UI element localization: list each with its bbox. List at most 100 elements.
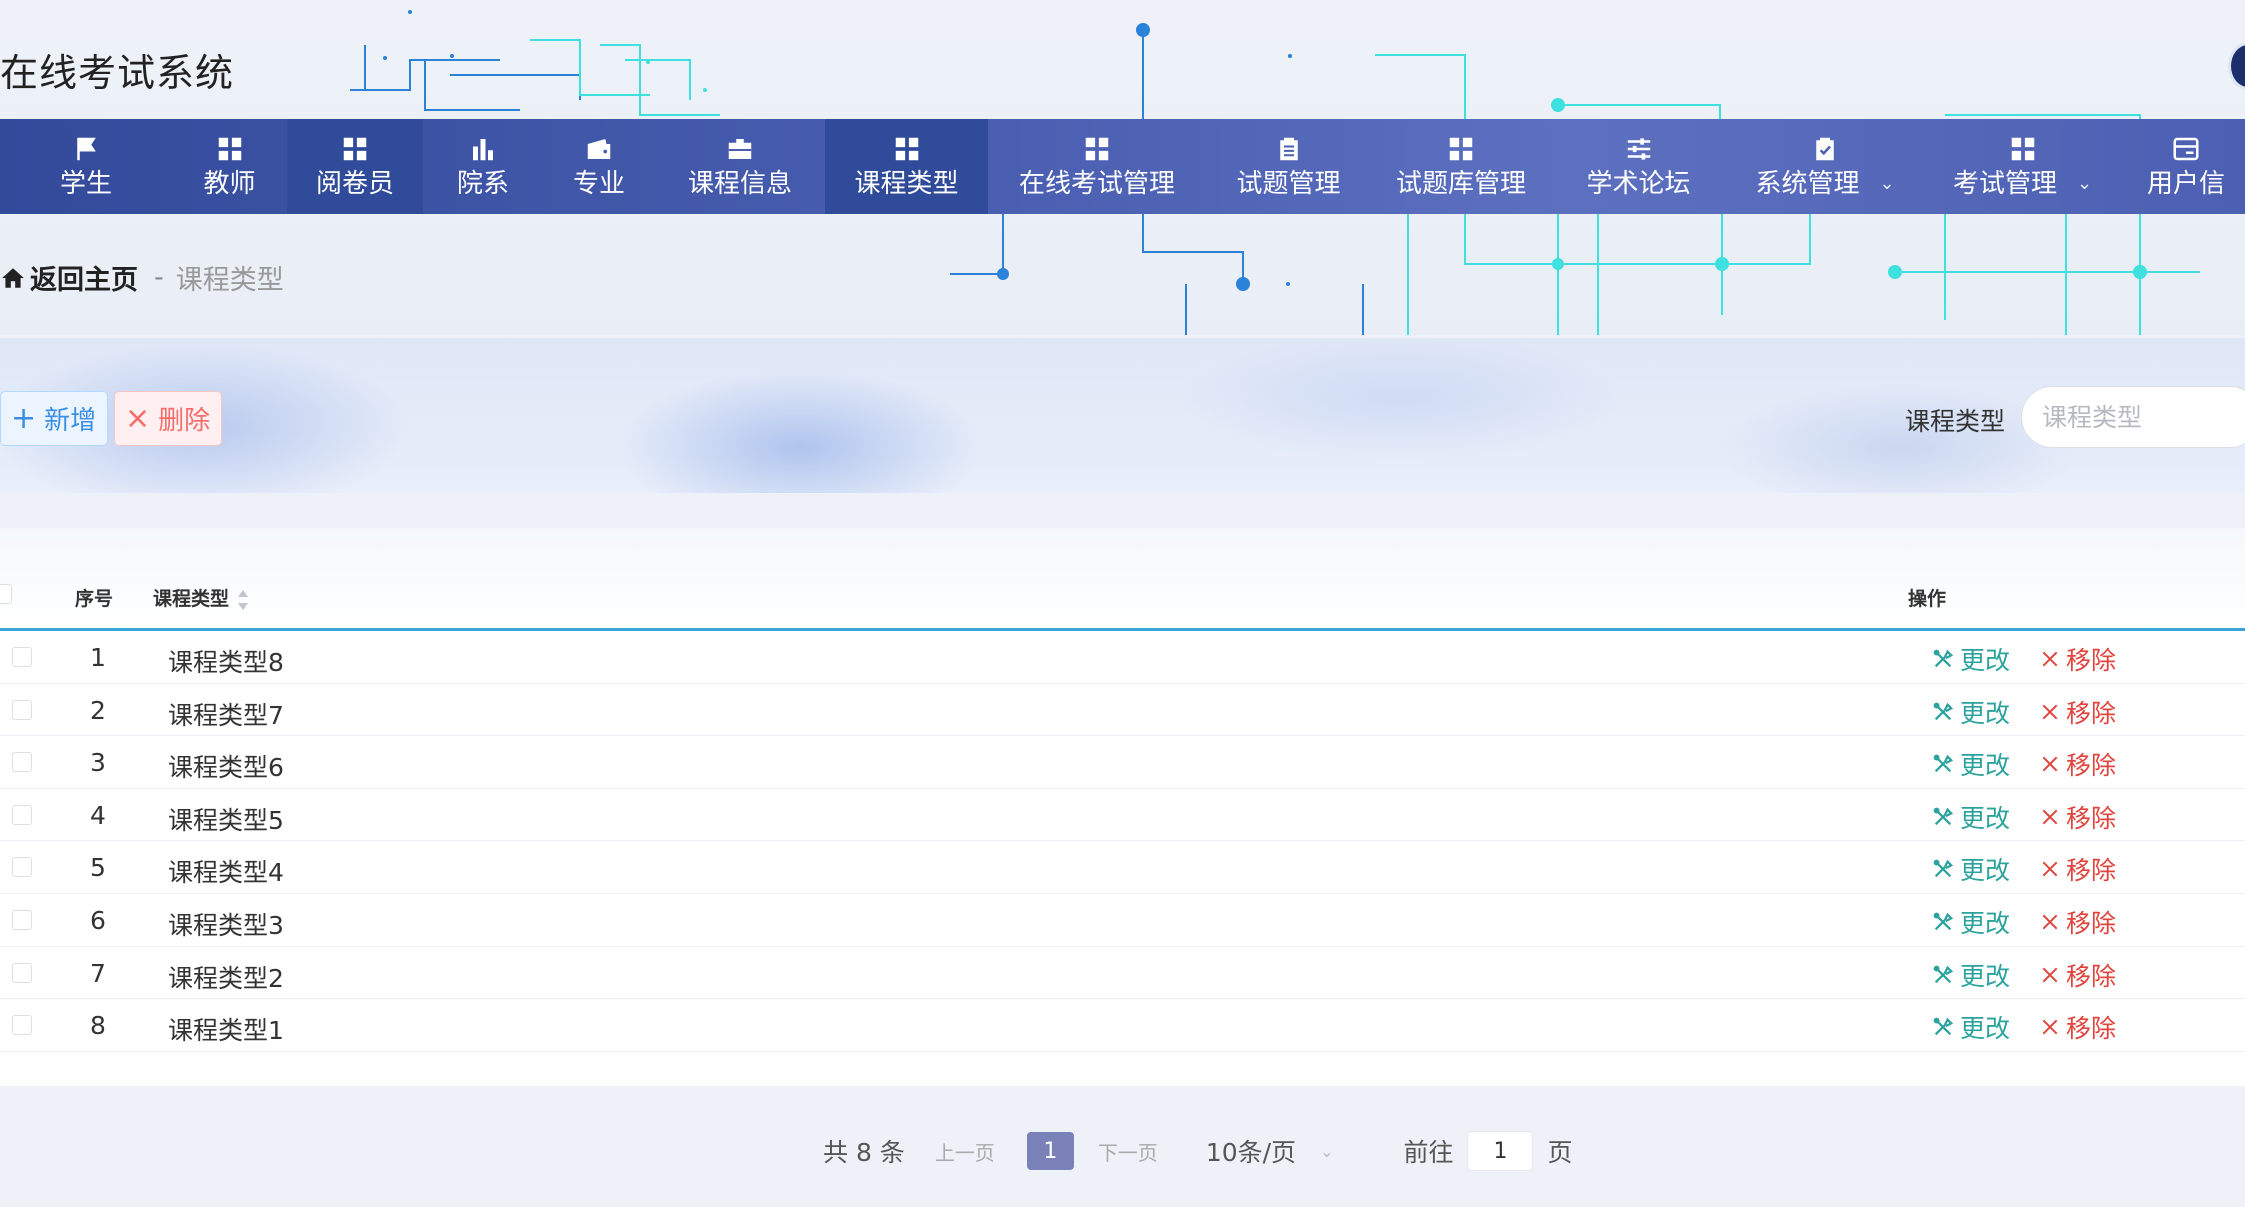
nav-label: 院系 bbox=[456, 168, 509, 199]
app-title: 在线考试系统 bbox=[0, 51, 235, 95]
tools-icon bbox=[1932, 911, 1954, 933]
breadcrumb-home-link[interactable]: 返回主页 bbox=[30, 258, 138, 297]
close-icon: × bbox=[125, 400, 151, 436]
table-row: 3 课程类型6 更改 移除 bbox=[0, 736, 2245, 789]
row-checkbox[interactable] bbox=[12, 909, 32, 930]
remove-label: 移除 bbox=[2066, 698, 2117, 728]
nav-item-teacher[interactable]: 教师 bbox=[172, 119, 287, 214]
close-icon bbox=[2040, 702, 2060, 722]
table-body: 1 课程类型8 更改 移除 2 课程类型7 更改 移除 3 课程类型6 更改 移除 4 课程类型5 更改 移除… bbox=[0, 631, 2245, 1052]
row-course-type: 课程类型1 bbox=[168, 1016, 284, 1046]
grid-icon bbox=[343, 137, 367, 160]
tools-icon bbox=[1932, 964, 1954, 986]
edit-button[interactable]: 更改 bbox=[1932, 641, 2010, 677]
row-course-type: 课程类型4 bbox=[168, 858, 284, 888]
nav-item-forum[interactable]: 学术论坛 bbox=[1551, 119, 1726, 214]
nav-item-online-exam[interactable]: 在线考试管理 bbox=[988, 119, 1206, 214]
edit-button[interactable]: 更改 bbox=[1932, 694, 2010, 730]
select-all-checkbox[interactable] bbox=[0, 584, 12, 604]
remove-button[interactable]: 移除 bbox=[2040, 799, 2116, 835]
course-type-search-input[interactable] bbox=[2021, 386, 2245, 448]
edit-button[interactable]: 更改 bbox=[1932, 746, 2010, 782]
sort-icon[interactable] bbox=[237, 589, 249, 611]
table-row: 4 课程类型5 更改 移除 bbox=[0, 789, 2245, 842]
add-button[interactable]: + 新增 bbox=[0, 391, 108, 446]
edit-label: 更改 bbox=[1960, 646, 2011, 675]
nav-label: 学生 bbox=[59, 168, 112, 199]
briefcase-icon bbox=[728, 138, 752, 159]
remove-button[interactable]: 移除 bbox=[2040, 641, 2116, 677]
remove-label: 移除 bbox=[2066, 803, 2117, 833]
delete-button-label: 删除 bbox=[158, 406, 211, 436]
row-checkbox[interactable] bbox=[12, 647, 32, 667]
row-course-type: 课程类型8 bbox=[168, 648, 284, 677]
remove-button[interactable]: 移除 bbox=[2040, 904, 2116, 940]
nav-item-major[interactable]: 专业 bbox=[543, 119, 655, 214]
grid-icon bbox=[218, 137, 241, 160]
table-header: 序号 课程类型 操作 bbox=[0, 528, 2245, 631]
nav-label: 专业 bbox=[572, 168, 625, 199]
page-size-select[interactable]: 10条/页 ⌄ bbox=[1206, 1133, 1334, 1169]
close-icon bbox=[2040, 859, 2060, 879]
nav-label: 阅卷员 bbox=[315, 168, 394, 199]
clipboard-icon bbox=[1279, 137, 1298, 160]
prev-page-button[interactable]: 上一页 bbox=[935, 1137, 995, 1166]
edit-button[interactable]: 更改 bbox=[1932, 1009, 2010, 1045]
grid-icon bbox=[1449, 137, 1473, 160]
delete-button[interactable]: × 删除 bbox=[114, 391, 222, 446]
row-course-type: 课程类型2 bbox=[168, 963, 284, 993]
wallet-icon bbox=[587, 138, 611, 159]
edit-label: 更改 bbox=[1960, 856, 2011, 886]
nav-item-course-type[interactable]: 课程类型 bbox=[825, 119, 988, 214]
tools-icon bbox=[1932, 701, 1954, 723]
edit-button[interactable]: 更改 bbox=[1932, 799, 2010, 835]
search-toolbar: + 新增 × 删除 课程类型 bbox=[0, 338, 2245, 493]
breadcrumb: 返回主页 - 课程类型 bbox=[0, 258, 284, 297]
nav-item-course-info[interactable]: 课程信息 bbox=[655, 119, 825, 214]
nav-item-exam-manage[interactable]: 考试管理 ⌄ bbox=[1924, 119, 2121, 214]
row-checkbox[interactable] bbox=[12, 752, 32, 773]
edit-button[interactable]: 更改 bbox=[1932, 957, 2010, 993]
nav-item-system-manage[interactable]: 系统管理 ⌄ bbox=[1726, 119, 1924, 214]
edit-button[interactable]: 更改 bbox=[1932, 904, 2010, 940]
remove-button[interactable]: 移除 bbox=[2040, 746, 2116, 782]
row-course-type: 课程类型7 bbox=[168, 700, 284, 730]
plus-icon: + bbox=[11, 400, 37, 436]
remove-button[interactable]: 移除 bbox=[2040, 851, 2116, 887]
row-course-type: 课程类型6 bbox=[168, 753, 284, 783]
close-icon bbox=[2040, 649, 2060, 669]
remove-button[interactable]: 移除 bbox=[2040, 957, 2116, 993]
edit-button[interactable]: 更改 bbox=[1932, 851, 2010, 887]
remove-label: 移除 bbox=[2066, 646, 2117, 675]
header-course-type[interactable]: 课程类型 bbox=[153, 584, 249, 611]
nav-label: 考试管理 ⌄ bbox=[1952, 168, 2093, 199]
edit-label: 更改 bbox=[1960, 1014, 2011, 1044]
remove-button[interactable]: 移除 bbox=[2040, 1009, 2116, 1045]
row-checkbox[interactable] bbox=[12, 1015, 32, 1036]
nav-item-user-info[interactable]: 用户信 bbox=[2121, 119, 2245, 214]
remove-label: 移除 bbox=[2066, 961, 2117, 991]
row-checkbox[interactable] bbox=[12, 857, 32, 878]
nav-label: 系统管理 ⌄ bbox=[1755, 168, 1895, 199]
card-icon bbox=[2173, 137, 2199, 160]
remove-button[interactable]: 移除 bbox=[2040, 694, 2116, 730]
header-index: 序号 bbox=[75, 588, 114, 610]
close-icon bbox=[2040, 912, 2060, 932]
nav-label: 试题管理 bbox=[1236, 168, 1341, 199]
nav-item-question-bank[interactable]: 试题库管理 bbox=[1371, 119, 1551, 214]
grid-icon bbox=[1085, 137, 1109, 160]
grid-icon bbox=[895, 137, 918, 160]
page-number-current[interactable]: 1 bbox=[1026, 1132, 1074, 1170]
row-checkbox[interactable] bbox=[12, 699, 32, 720]
row-checkbox[interactable] bbox=[12, 804, 32, 825]
nav-item-student[interactable]: 学生 bbox=[0, 119, 172, 214]
breadcrumb-current: 课程类型 bbox=[175, 265, 284, 296]
close-icon bbox=[2040, 754, 2060, 774]
nav-item-department[interactable]: 院系 bbox=[423, 119, 543, 214]
goto-page-input[interactable] bbox=[1467, 1131, 1534, 1171]
nav-item-question-manage[interactable]: 试题管理 bbox=[1206, 119, 1371, 214]
nav-item-grader[interactable]: 阅卷员 bbox=[287, 119, 423, 214]
flag-icon bbox=[77, 137, 96, 160]
row-checkbox[interactable] bbox=[12, 962, 32, 983]
next-page-button[interactable]: 下一页 bbox=[1098, 1137, 1158, 1166]
